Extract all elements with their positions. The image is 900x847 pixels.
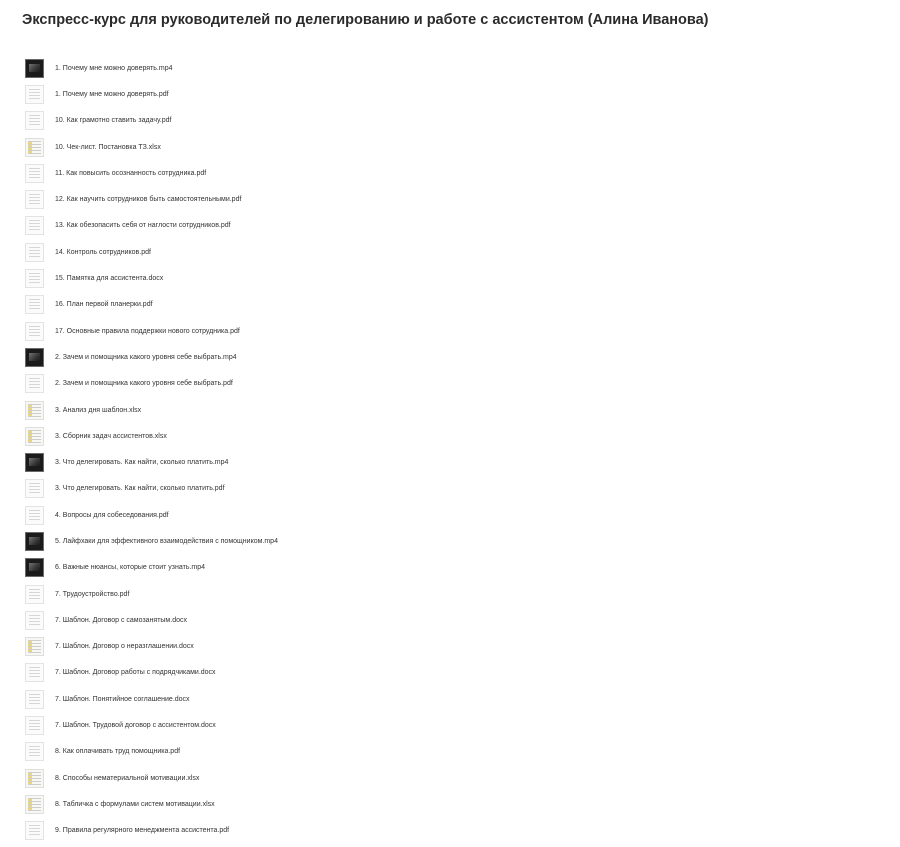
- file-item[interactable]: 3. Анализ дня шаблон.xlsx: [0, 397, 900, 423]
- file-name[interactable]: 5. Лайфхаки для эффективного взаимодейст…: [55, 538, 278, 545]
- file-item[interactable]: 8. Как оплачивать труд помощника.pdf: [0, 739, 900, 765]
- file-item[interactable]: 13. Как обезопасить себя от наглости сот…: [0, 213, 900, 239]
- file-item[interactable]: 6. Важные нюансы, которые стоит узнать.m…: [0, 555, 900, 581]
- file-name[interactable]: 7. Шаблон. Понятийное соглашение.docx: [55, 696, 190, 703]
- file-item[interactable]: 12. Как научить сотрудников быть самосто…: [0, 186, 900, 212]
- file-name[interactable]: 7. Трудоустройство.pdf: [55, 591, 129, 598]
- file-name[interactable]: 16. План первой планерки.pdf: [55, 301, 153, 308]
- document-thumbnail-icon[interactable]: [25, 584, 44, 604]
- file-name[interactable]: 8. Как оплачивать труд помощника.pdf: [55, 748, 180, 755]
- file-name[interactable]: 6. Важные нюансы, которые стоит узнать.m…: [55, 564, 205, 571]
- file-item[interactable]: 3. Сборник задач ассистентов.xlsx: [0, 423, 900, 449]
- file-name[interactable]: 17. Основные правила поддержки нового со…: [55, 328, 240, 335]
- file-name[interactable]: 4. Вопросы для собеседования.pdf: [55, 512, 169, 519]
- file-name[interactable]: 11. Как повысить осознанность сотрудника…: [55, 170, 206, 177]
- file-name[interactable]: 9. Правила регулярного менеджмента ассис…: [55, 827, 229, 834]
- document-thumbnail-icon[interactable]: [25, 84, 44, 104]
- file-name[interactable]: 15. Памятка для ассистента.docx: [55, 275, 163, 282]
- document-thumbnail-icon[interactable]: [25, 821, 44, 841]
- document-thumbnail-icon[interactable]: [25, 163, 44, 183]
- document-thumbnail-icon[interactable]: [25, 321, 44, 341]
- file-name[interactable]: 7. Шаблон. Договор с самозанятым.docx: [55, 617, 187, 624]
- file-item[interactable]: 16. План первой планерки.pdf: [0, 292, 900, 318]
- file-item[interactable]: 10. Чек-лист. Постановка ТЗ.xlsx: [0, 134, 900, 160]
- page-title: Экспресс-курс для руководителей по делег…: [22, 12, 709, 28]
- spreadsheet-thumbnail-icon[interactable]: [25, 426, 44, 446]
- file-item[interactable]: 9. Правила регулярного менеджмента ассис…: [0, 818, 900, 844]
- file-item[interactable]: 1. Почему мне можно доверять.pdf: [0, 81, 900, 107]
- file-item[interactable]: 3. Что делегировать. Как найти, сколько …: [0, 449, 900, 475]
- file-name[interactable]: 8. Табличка с формулами систем мотивации…: [55, 801, 215, 808]
- document-thumbnail-icon[interactable]: [25, 242, 44, 262]
- document-thumbnail-icon[interactable]: [25, 610, 44, 630]
- document-thumbnail-icon[interactable]: [25, 663, 44, 683]
- document-thumbnail-icon[interactable]: [25, 479, 44, 499]
- spreadsheet-thumbnail-icon[interactable]: [25, 768, 44, 788]
- file-name[interactable]: 3. Что делегировать. Как найти, сколько …: [55, 459, 228, 466]
- file-name[interactable]: 3. Сборник задач ассистентов.xlsx: [55, 433, 167, 440]
- file-item[interactable]: 7. Шаблон. Договор с самозанятым.docx: [0, 607, 900, 633]
- file-item[interactable]: 2. Зачем и помощника какого уровня себе …: [0, 344, 900, 370]
- file-item[interactable]: 17. Основные правила поддержки нового со…: [0, 318, 900, 344]
- file-name[interactable]: 7. Шаблон. Договор о неразглашении.docx: [55, 643, 194, 650]
- document-thumbnail-icon[interactable]: [25, 689, 44, 709]
- spreadsheet-thumbnail-icon[interactable]: [25, 400, 44, 420]
- file-name[interactable]: 1. Почему мне можно доверять.pdf: [55, 91, 169, 98]
- file-item[interactable]: 14. Контроль сотрудников.pdf: [0, 239, 900, 265]
- file-list: 1. Почему мне можно доверять.mp4 1. Почем…: [0, 55, 900, 844]
- document-thumbnail-icon[interactable]: [25, 742, 44, 762]
- spreadsheet-thumbnail-icon[interactable]: [25, 794, 44, 814]
- file-item[interactable]: 8. Табличка с формулами систем мотивации…: [0, 791, 900, 817]
- document-thumbnail-icon[interactable]: [25, 269, 44, 289]
- file-item[interactable]: 10. Как грамотно ставить задачу.pdf: [0, 108, 900, 134]
- file-item[interactable]: 7. Шаблон. Договор о неразглашении.docx: [0, 634, 900, 660]
- file-item[interactable]: 3. Что делегировать. Как найти, сколько …: [0, 476, 900, 502]
- file-name[interactable]: 8. Способы нематериальной мотивации.xlsx: [55, 775, 199, 782]
- file-item[interactable]: 7. Трудоустройство.pdf: [0, 581, 900, 607]
- file-item[interactable]: 8. Способы нематериальной мотивации.xlsx: [0, 765, 900, 791]
- document-thumbnail-icon[interactable]: [25, 190, 44, 210]
- file-name[interactable]: 7. Шаблон. Договор работы с подрядчиками…: [55, 669, 216, 676]
- file-item[interactable]: 7. Шаблон. Понятийное соглашение.docx: [0, 686, 900, 712]
- file-item[interactable]: 7. Шаблон. Трудовой договор с ассистенто…: [0, 712, 900, 738]
- file-item[interactable]: 4. Вопросы для собеседования.pdf: [0, 502, 900, 528]
- file-item[interactable]: 11. Как повысить осознанность сотрудника…: [0, 160, 900, 186]
- file-name[interactable]: 3. Анализ дня шаблон.xlsx: [55, 407, 141, 414]
- file-name[interactable]: 10. Чек-лист. Постановка ТЗ.xlsx: [55, 144, 161, 151]
- video-thumbnail-icon[interactable]: [25, 58, 44, 78]
- file-name[interactable]: 7. Шаблон. Трудовой договор с ассистенто…: [55, 722, 216, 729]
- video-thumbnail-icon[interactable]: [25, 558, 44, 578]
- video-thumbnail-icon[interactable]: [25, 531, 44, 551]
- spreadsheet-thumbnail-icon[interactable]: [25, 637, 44, 657]
- document-thumbnail-icon[interactable]: [25, 716, 44, 736]
- spreadsheet-thumbnail-icon[interactable]: [25, 137, 44, 157]
- file-name[interactable]: 2. Зачем и помощника какого уровня себе …: [55, 354, 237, 361]
- file-item[interactable]: 7. Шаблон. Договор работы с подрядчиками…: [0, 660, 900, 686]
- file-name[interactable]: 2. Зачем и помощника какого уровня себе …: [55, 380, 233, 387]
- file-name[interactable]: 13. Как обезопасить себя от наглости сот…: [55, 222, 231, 229]
- file-item[interactable]: 15. Памятка для ассистента.docx: [0, 265, 900, 291]
- file-name[interactable]: 10. Как грамотно ставить задачу.pdf: [55, 117, 171, 124]
- file-name[interactable]: 1. Почему мне можно доверять.mp4: [55, 65, 173, 72]
- video-thumbnail-icon[interactable]: [25, 453, 44, 473]
- document-thumbnail-icon[interactable]: [25, 216, 44, 236]
- document-thumbnail-icon[interactable]: [25, 374, 44, 394]
- document-thumbnail-icon[interactable]: [25, 505, 44, 525]
- file-item[interactable]: 2. Зачем и помощника какого уровня себе …: [0, 371, 900, 397]
- document-thumbnail-icon[interactable]: [25, 295, 44, 315]
- file-item[interactable]: 1. Почему мне можно доверять.mp4: [0, 55, 900, 81]
- document-thumbnail-icon[interactable]: [25, 111, 44, 131]
- file-name[interactable]: 12. Как научить сотрудников быть самосто…: [55, 196, 241, 203]
- file-item[interactable]: 5. Лайфхаки для эффективного взаимодейст…: [0, 528, 900, 554]
- file-name[interactable]: 3. Что делегировать. Как найти, сколько …: [55, 485, 225, 492]
- file-name[interactable]: 14. Контроль сотрудников.pdf: [55, 249, 151, 256]
- video-thumbnail-icon[interactable]: [25, 347, 44, 367]
